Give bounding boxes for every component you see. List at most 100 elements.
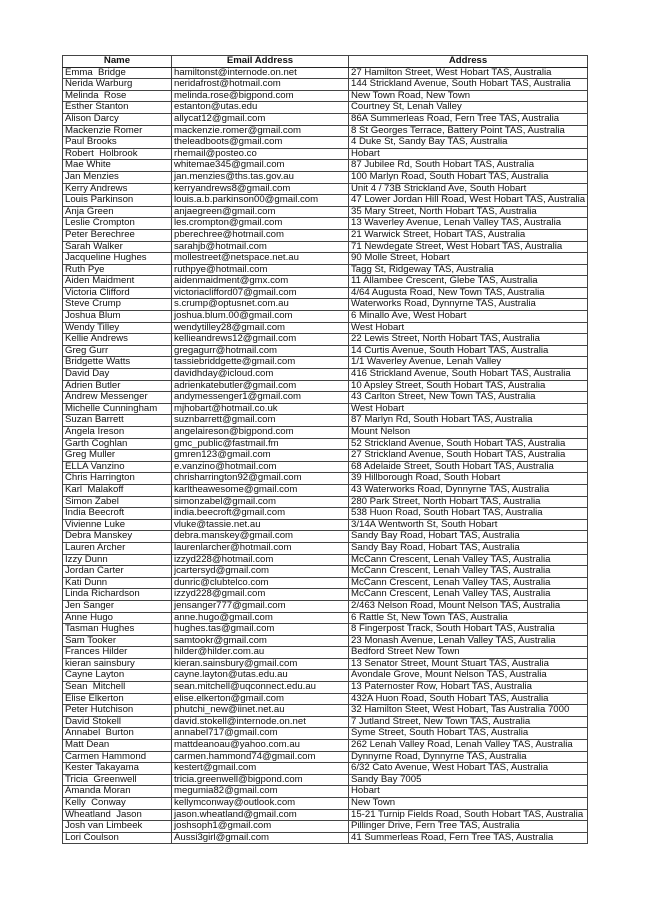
name-cell: Greg Gurr — [62, 344, 172, 358]
table-row: Chris Harrington chrisharrington92@gmail.… — [62, 472, 589, 485]
email-cell: samtookr@gmail.com — [171, 634, 349, 648]
table-row: Garth Coghlan gmc_public@fastmail.fm 52 St… — [62, 437, 589, 451]
email-cell: kestert@gmail.com — [171, 762, 349, 775]
name-cell: Jan Menzies — [62, 170, 172, 184]
email-cell: Aussi3girl@gmail.com — [171, 831, 349, 845]
name-cell: Josh van Limbeek — [62, 820, 172, 833]
name-cell: Kellie Andrews — [62, 333, 172, 346]
address-cell: 7 Jutland Street, New Town TAS, Australi… — [347, 715, 589, 729]
table-row: Jen Sanger jensanger777@gmail.com 2/463 Ne… — [62, 599, 589, 613]
email-cell: annabel717@gmail.com — [171, 727, 349, 741]
table-row: Tasman Hughes hughes.tas@gmail.com 8 Finge… — [62, 623, 589, 636]
table-row: Adrien Butler adrienkatebutler@gmail.com 1… — [62, 379, 589, 393]
table-row: Kelly Conway kellymconway@outlook.com New … — [62, 797, 589, 810]
table-row: Linda Richardson izzyd228@gmail.com McCann… — [62, 588, 589, 601]
email-cell: whitemae345@gmail.com — [171, 159, 349, 172]
email-cell: andymessenger1@gmail.com — [171, 391, 349, 404]
address-cell: 13 Senator Street, Mount Stuart TAS, Aus… — [347, 657, 589, 671]
column-header-address: Address — [347, 55, 589, 68]
email-cell: anjaegreen@gmail.com — [171, 205, 349, 219]
email-cell: izzyd228@gmail.com — [171, 588, 349, 601]
address-cell: 68 Adelaide Street, South Hobart TAS, Au… — [347, 460, 589, 474]
email-cell: aidenmaidment@gmx.com — [171, 275, 349, 288]
name-cell: Jacqueline Hughes — [62, 252, 172, 265]
email-cell: karltheawesome@gmail.com — [171, 483, 349, 497]
name-cell: Sean Mitchell — [62, 681, 172, 694]
table-row: Sarah Walker sarahjb@hotmail.com 71 Newdeg… — [62, 240, 589, 254]
table-row: Sean Mitchell sean.mitchell@uqconnect.edu… — [62, 681, 589, 694]
address-cell: 4 Duke St, Sandy Bay TAS, Australia — [347, 136, 589, 149]
email-cell: jason.wheatland@gmail.com — [171, 808, 349, 822]
table-row: Annabel Burton annabel717@gmail.com Syme S… — [62, 727, 589, 741]
address-cell: 39 Hillborough Road, South Hobart — [347, 472, 589, 485]
email-cell: louis.a.b.parkinson00@gmail.com — [171, 194, 349, 207]
name-cell: Debra Manskey — [62, 530, 172, 543]
table-row: David Stokell david.stokell@internode.on.… — [62, 715, 589, 729]
address-cell: 71 Newdegate Street, West Hobart TAS, Au… — [347, 240, 589, 254]
table-row: Josh van Limbeek joshsoph1@gmail.com Pilli… — [62, 820, 589, 833]
email-cell: sarahjb@hotmail.com — [171, 240, 349, 254]
name-cell: Lauren Archer — [62, 541, 172, 555]
email-cell: dunric@clubtelco.com — [171, 576, 349, 590]
name-cell: Suzan Barrett — [62, 414, 172, 427]
email-cell: laurenlarcher@hotmail.com — [171, 541, 349, 555]
name-cell: Wheatland Jason — [62, 808, 172, 822]
address-cell: Sandy Bay Road, Hobart TAS, Australia — [347, 530, 589, 543]
email-cell: jcartersyd@gmail.com — [171, 565, 349, 578]
address-cell: New Town — [347, 797, 589, 810]
address-cell: McCann Crescent, Lenah Valley TAS, Austr… — [347, 565, 589, 578]
table-row: Jacqueline Hughes mollestreet@netspace.ne… — [62, 252, 589, 265]
table-row: Aiden Maidment aidenmaidment@gmx.com 11 Al… — [62, 275, 589, 288]
name-cell: Angela Ireson — [62, 426, 172, 439]
name-cell: Steve Crump — [62, 298, 172, 312]
email-cell: anne.hugo@gmail.com — [171, 611, 349, 625]
table-row: Greg Gurr gregagurr@hotmail.com 14 Curtis … — [62, 344, 589, 358]
table-row: Anne Hugo anne.hugo@gmail.com 6 Rattle St,… — [62, 611, 589, 625]
address-cell: 416 Strickland Avenue, South Hobart TAS,… — [347, 368, 589, 381]
email-cell: mattdeanoau@yahoo.com.au — [171, 739, 349, 752]
address-cell: 10 Apsley Street, South Hobart TAS, Aust… — [347, 379, 589, 393]
email-cell: cayne.layton@utas.edu.au — [171, 669, 349, 683]
table-row: Lauren Archer laurenlarcher@hotmail.com Sa… — [62, 541, 589, 555]
email-cell: simonzabel@gmail.com — [171, 495, 349, 509]
table-row: kieran sainsbury kieran.sainsbury@gmail.c… — [62, 657, 589, 671]
address-cell: 87 Jubilee Rd, South Hobart TAS, Austral… — [347, 159, 589, 172]
email-cell: debra.manskey@gmail.com — [171, 530, 349, 543]
address-cell: 432A Huon Road, South Hobart TAS, Austra… — [347, 692, 589, 706]
address-cell: Hobart — [347, 785, 589, 798]
table-row: Carmen Hammond carmen.hammond74@gmail.com… — [62, 750, 589, 764]
address-cell: Mount Nelson — [347, 426, 589, 439]
address-cell: Courtney St, Lenah Valley — [347, 101, 589, 114]
name-cell: Greg Muller — [62, 449, 172, 462]
name-cell: Linda Richardson — [62, 588, 172, 601]
table-row: Jordan Carter jcartersyd@gmail.com McCann … — [62, 565, 589, 578]
name-cell: Simon Zabel — [62, 495, 172, 509]
table-row: Angela Ireson angelaireson@bigpond.com Mou… — [62, 426, 589, 439]
name-cell: Victoria Clifford — [62, 286, 172, 300]
name-cell: Karl Malakoff — [62, 483, 172, 497]
address-cell: 22 Lewis Street, North Hobart TAS, Austr… — [347, 333, 589, 346]
table-row: Kellie Andrews kellieandrews12@gmail.com 2… — [62, 333, 589, 346]
table-row: Emma Bridge hamiltonst@internode.on.net 27… — [62, 66, 589, 80]
table-row: Karl Malakoff karltheawesome@gmail.com 43 … — [62, 483, 589, 497]
table-row: Michelle Cunningham mjhobart@hotmail.co.u… — [62, 402, 589, 416]
email-cell: sean.mitchell@uqconnect.edu.au — [171, 681, 349, 694]
table-row: Peter Berechree pberechree@hotmail.com 21 … — [62, 228, 589, 242]
address-cell: Bedford Street New Town — [347, 646, 589, 659]
email-cell: les.crompton@gmail.com — [171, 217, 349, 230]
table-body: Emma Bridge hamiltonst@internode.on.net 27… — [62, 66, 589, 845]
name-cell: India Beecroft — [62, 507, 172, 520]
table-row: Steve Crump s.crump@optusnet.com.au Waterw… — [62, 298, 589, 312]
name-cell: Esther Stanton — [62, 101, 172, 114]
name-cell: Mae White — [62, 159, 172, 172]
address-cell: West Hobart — [347, 321, 589, 335]
address-cell: Sandy Bay 7005 — [347, 773, 589, 787]
address-cell: McCann Crescent, Lenah Valley TAS, Austr… — [347, 588, 589, 601]
email-cell: estanton@utas.edu — [171, 101, 349, 114]
address-cell: McCann Crescent, Lenah Valley TAS, Austr… — [347, 576, 589, 590]
table-row: Matt Dean mattdeanoau@yahoo.com.au 262 Len… — [62, 739, 589, 752]
name-cell: Kester Takayama — [62, 762, 172, 775]
table-row: Louis Parkinson louis.a.b.parkinson00@gma… — [62, 194, 589, 207]
name-cell: Kerry Andrews — [62, 182, 172, 196]
name-cell: Andrew Messenger — [62, 391, 172, 404]
